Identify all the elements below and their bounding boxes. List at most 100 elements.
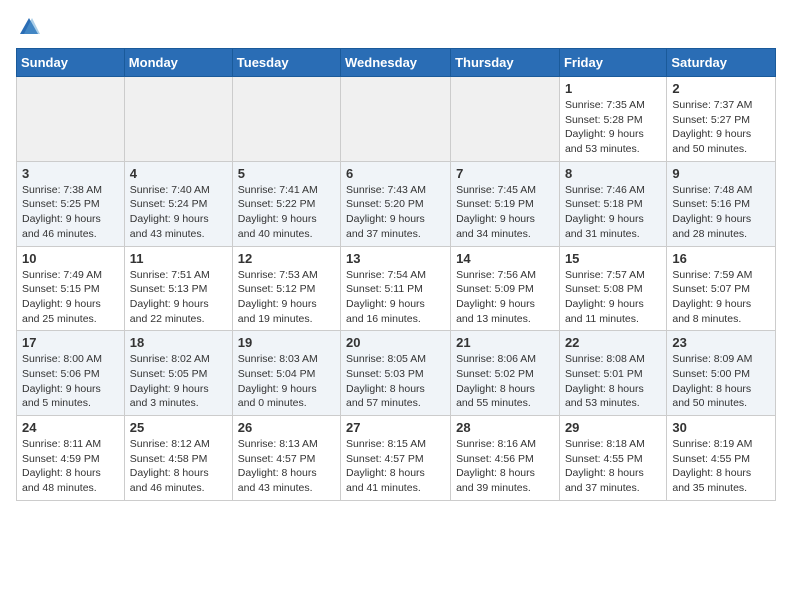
calendar-cell: 17 Sunrise: 8:00 AM Sunset: 5:06 PM Dayli… bbox=[17, 331, 125, 416]
day-info: Sunrise: 8:13 AM Sunset: 4:57 PM Dayligh… bbox=[238, 437, 335, 496]
calendar-cell: 5 Sunrise: 7:41 AM Sunset: 5:22 PM Daylig… bbox=[232, 161, 340, 246]
calendar-cell: 29Sunrise: 8:18 AM Sunset: 4:55 PM Dayli… bbox=[559, 416, 666, 501]
calendar-cell: 1 Sunrise: 7:35 AM Sunset: 5:28 PM Daylig… bbox=[559, 77, 666, 162]
day-number: 1 bbox=[565, 81, 661, 96]
calendar-week-row: 1 Sunrise: 7:35 AM Sunset: 5:28 PM Daylig… bbox=[17, 77, 776, 162]
day-info: Sunrise: 7:54 AM Sunset: 5:11 PM Dayligh… bbox=[346, 268, 445, 327]
day-info: Sunrise: 7:51 AM Sunset: 5:13 PM Dayligh… bbox=[130, 268, 227, 327]
header bbox=[16, 16, 776, 38]
calendar-table: SundayMondayTuesdayWednesdayThursdayFrid… bbox=[16, 48, 776, 501]
calendar-header-row: SundayMondayTuesdayWednesdayThursdayFrid… bbox=[17, 49, 776, 77]
calendar-cell: 9 Sunrise: 7:48 AM Sunset: 5:16 PM Daylig… bbox=[667, 161, 776, 246]
day-number: 23 bbox=[672, 335, 770, 350]
calendar-cell: 3 Sunrise: 7:38 AM Sunset: 5:25 PM Daylig… bbox=[17, 161, 125, 246]
day-number: 14 bbox=[456, 251, 554, 266]
day-number: 5 bbox=[238, 166, 335, 181]
calendar-cell: 19 Sunrise: 8:03 AM Sunset: 5:04 PM Dayli… bbox=[232, 331, 340, 416]
day-number: 13 bbox=[346, 251, 445, 266]
calendar-cell: 27 Sunrise: 8:15 AM Sunset: 4:57 PM Dayli… bbox=[341, 416, 451, 501]
day-info: Sunrise: 7:35 AM Sunset: 5:28 PM Dayligh… bbox=[565, 98, 661, 157]
day-number: 18 bbox=[130, 335, 227, 350]
day-number: 27 bbox=[346, 420, 445, 435]
day-info: Sunrise: 8:02 AM Sunset: 5:05 PM Dayligh… bbox=[130, 352, 227, 411]
day-number: 17 bbox=[22, 335, 119, 350]
calendar-week-row: 17 Sunrise: 8:00 AM Sunset: 5:06 PM Dayli… bbox=[17, 331, 776, 416]
day-info: Sunrise: 8:11 AM Sunset: 4:59 PM Dayligh… bbox=[22, 437, 119, 496]
calendar-cell: 25 Sunrise: 8:12 AM Sunset: 4:58 PM Dayli… bbox=[124, 416, 232, 501]
day-number: 28 bbox=[456, 420, 554, 435]
day-number: 11 bbox=[130, 251, 227, 266]
calendar-header-friday: Friday bbox=[559, 49, 666, 77]
day-info: Sunrise: 7:45 AM Sunset: 5:19 PM Dayligh… bbox=[456, 183, 554, 242]
page: SundayMondayTuesdayWednesdayThursdayFrid… bbox=[0, 0, 792, 517]
day-number: 6 bbox=[346, 166, 445, 181]
day-number: 2 bbox=[672, 81, 770, 96]
calendar-header-tuesday: Tuesday bbox=[232, 49, 340, 77]
logo-icon bbox=[18, 16, 40, 38]
day-info: Sunrise: 8:12 AM Sunset: 4:58 PM Dayligh… bbox=[130, 437, 227, 496]
day-info: Sunrise: 8:09 AM Sunset: 5:00 PM Dayligh… bbox=[672, 352, 770, 411]
day-info: Sunrise: 7:37 AM Sunset: 5:27 PM Dayligh… bbox=[672, 98, 770, 157]
calendar-cell bbox=[232, 77, 340, 162]
calendar-header-saturday: Saturday bbox=[667, 49, 776, 77]
day-number: 8 bbox=[565, 166, 661, 181]
day-info: Sunrise: 8:16 AM Sunset: 4:56 PM Dayligh… bbox=[456, 437, 554, 496]
day-info: Sunrise: 8:19 AM Sunset: 4:55 PM Dayligh… bbox=[672, 437, 770, 496]
calendar-week-row: 3 Sunrise: 7:38 AM Sunset: 5:25 PM Daylig… bbox=[17, 161, 776, 246]
calendar-cell: 30Sunrise: 8:19 AM Sunset: 4:55 PM Dayli… bbox=[667, 416, 776, 501]
calendar-cell: 21 Sunrise: 8:06 AM Sunset: 5:02 PM Dayli… bbox=[451, 331, 560, 416]
calendar-cell: 10 Sunrise: 7:49 AM Sunset: 5:15 PM Dayli… bbox=[17, 246, 125, 331]
day-info: Sunrise: 8:15 AM Sunset: 4:57 PM Dayligh… bbox=[346, 437, 445, 496]
day-number: 19 bbox=[238, 335, 335, 350]
calendar-cell bbox=[451, 77, 560, 162]
calendar-header-sunday: Sunday bbox=[17, 49, 125, 77]
day-number: 21 bbox=[456, 335, 554, 350]
day-number: 4 bbox=[130, 166, 227, 181]
day-info: Sunrise: 7:48 AM Sunset: 5:16 PM Dayligh… bbox=[672, 183, 770, 242]
day-info: Sunrise: 8:05 AM Sunset: 5:03 PM Dayligh… bbox=[346, 352, 445, 411]
calendar-cell: 6 Sunrise: 7:43 AM Sunset: 5:20 PM Daylig… bbox=[341, 161, 451, 246]
day-info: Sunrise: 8:06 AM Sunset: 5:02 PM Dayligh… bbox=[456, 352, 554, 411]
day-info: Sunrise: 7:38 AM Sunset: 5:25 PM Dayligh… bbox=[22, 183, 119, 242]
day-number: 26 bbox=[238, 420, 335, 435]
day-number: 29 bbox=[565, 420, 661, 435]
calendar-cell: 13 Sunrise: 7:54 AM Sunset: 5:11 PM Dayli… bbox=[341, 246, 451, 331]
calendar-header-thursday: Thursday bbox=[451, 49, 560, 77]
calendar-cell: 7 Sunrise: 7:45 AM Sunset: 5:19 PM Daylig… bbox=[451, 161, 560, 246]
calendar-cell: 18 Sunrise: 8:02 AM Sunset: 5:05 PM Dayli… bbox=[124, 331, 232, 416]
calendar-cell: 26 Sunrise: 8:13 AM Sunset: 4:57 PM Dayli… bbox=[232, 416, 340, 501]
calendar-header-monday: Monday bbox=[124, 49, 232, 77]
calendar-cell: 14 Sunrise: 7:56 AM Sunset: 5:09 PM Dayli… bbox=[451, 246, 560, 331]
day-info: Sunrise: 8:03 AM Sunset: 5:04 PM Dayligh… bbox=[238, 352, 335, 411]
day-number: 16 bbox=[672, 251, 770, 266]
day-number: 22 bbox=[565, 335, 661, 350]
calendar-cell: 28 Sunrise: 8:16 AM Sunset: 4:56 PM Dayli… bbox=[451, 416, 560, 501]
calendar-cell: 2 Sunrise: 7:37 AM Sunset: 5:27 PM Daylig… bbox=[667, 77, 776, 162]
day-number: 12 bbox=[238, 251, 335, 266]
calendar-cell bbox=[124, 77, 232, 162]
day-number: 7 bbox=[456, 166, 554, 181]
calendar-cell bbox=[17, 77, 125, 162]
calendar-cell: 11 Sunrise: 7:51 AM Sunset: 5:13 PM Dayli… bbox=[124, 246, 232, 331]
day-number: 3 bbox=[22, 166, 119, 181]
day-info: Sunrise: 8:08 AM Sunset: 5:01 PM Dayligh… bbox=[565, 352, 661, 411]
calendar-cell: 8 Sunrise: 7:46 AM Sunset: 5:18 PM Daylig… bbox=[559, 161, 666, 246]
day-info: Sunrise: 7:53 AM Sunset: 5:12 PM Dayligh… bbox=[238, 268, 335, 327]
calendar-cell: 20Sunrise: 8:05 AM Sunset: 5:03 PM Dayli… bbox=[341, 331, 451, 416]
day-number: 9 bbox=[672, 166, 770, 181]
day-info: Sunrise: 7:41 AM Sunset: 5:22 PM Dayligh… bbox=[238, 183, 335, 242]
day-info: Sunrise: 7:43 AM Sunset: 5:20 PM Dayligh… bbox=[346, 183, 445, 242]
calendar-week-row: 10 Sunrise: 7:49 AM Sunset: 5:15 PM Dayli… bbox=[17, 246, 776, 331]
day-info: Sunrise: 8:00 AM Sunset: 5:06 PM Dayligh… bbox=[22, 352, 119, 411]
day-number: 25 bbox=[130, 420, 227, 435]
calendar-cell: 16Sunrise: 7:59 AM Sunset: 5:07 PM Dayli… bbox=[667, 246, 776, 331]
day-info: Sunrise: 7:56 AM Sunset: 5:09 PM Dayligh… bbox=[456, 268, 554, 327]
logo bbox=[16, 16, 40, 38]
day-number: 15 bbox=[565, 251, 661, 266]
day-info: Sunrise: 7:57 AM Sunset: 5:08 PM Dayligh… bbox=[565, 268, 661, 327]
day-number: 10 bbox=[22, 251, 119, 266]
calendar-cell: 24Sunrise: 8:11 AM Sunset: 4:59 PM Dayli… bbox=[17, 416, 125, 501]
calendar-header-wednesday: Wednesday bbox=[341, 49, 451, 77]
day-info: Sunrise: 7:49 AM Sunset: 5:15 PM Dayligh… bbox=[22, 268, 119, 327]
day-info: Sunrise: 7:46 AM Sunset: 5:18 PM Dayligh… bbox=[565, 183, 661, 242]
